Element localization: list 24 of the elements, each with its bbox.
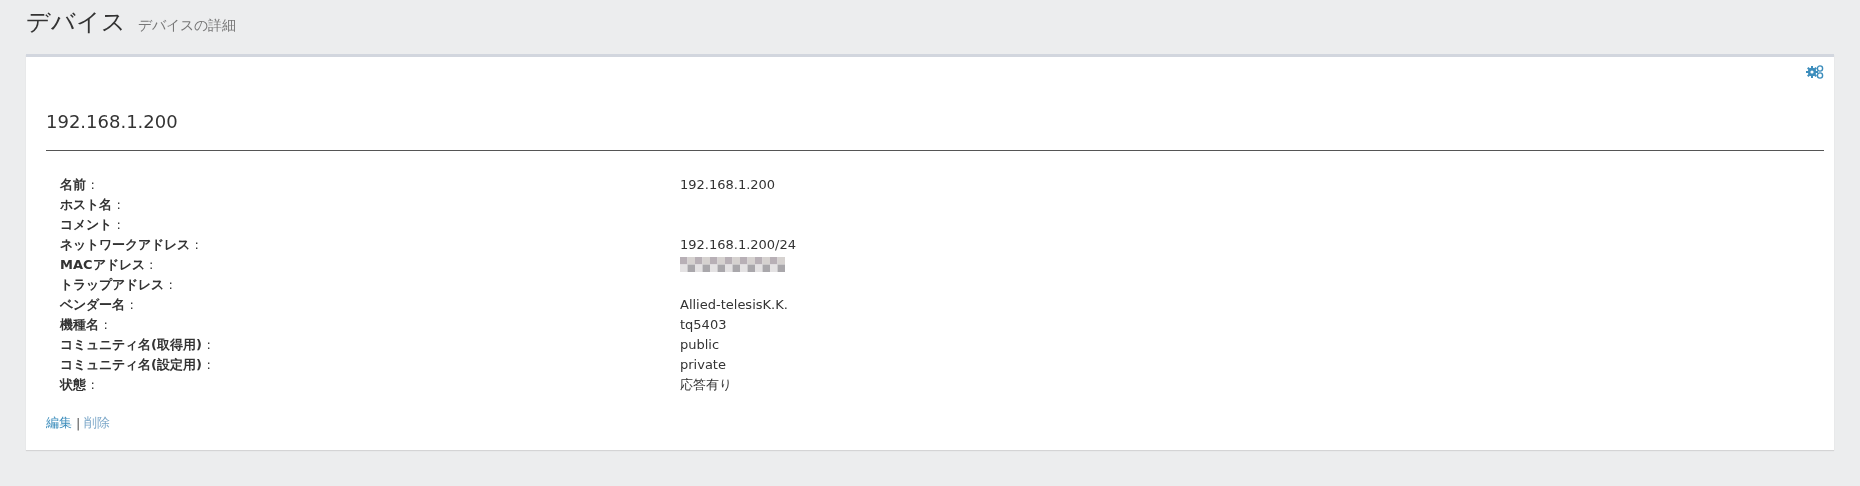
field-value: 192.168.1.200 [680,176,776,194]
field-value: 応答有り [680,376,732,394]
field-label: 状態 : [60,376,95,394]
field-label: コメント : [60,216,121,234]
field-value: public [680,336,720,354]
field-label: コミュニティ名(設定用) : [60,356,211,374]
field-label: MACアドレス : [60,256,154,274]
field-value: 192.168.1.200/24 [680,236,797,254]
field-label: 機種名 : [60,316,108,334]
page-title: デバイス [26,7,126,38]
device-heading: 192.168.1.200 [46,111,179,132]
field-value: tq5403 [680,316,727,334]
field-value: private [680,356,726,374]
field-label: トラップアドレス : [60,276,173,294]
field-label: 名前 : [60,176,95,194]
edit-link[interactable]: 編集 [46,414,72,432]
link-separator: | [76,415,81,431]
field-label: ベンダー名 : [60,296,134,314]
gears-icon[interactable] [1806,65,1824,79]
field-label: ネットワークアドレス : [60,236,199,254]
field-label: コミュニティ名(取得用) : [60,336,211,354]
field-label: ホスト名 : [60,196,121,214]
page-subtitle: デバイスの詳細 [138,17,236,35]
field-value: Allied-telesisK.K. [680,296,788,314]
